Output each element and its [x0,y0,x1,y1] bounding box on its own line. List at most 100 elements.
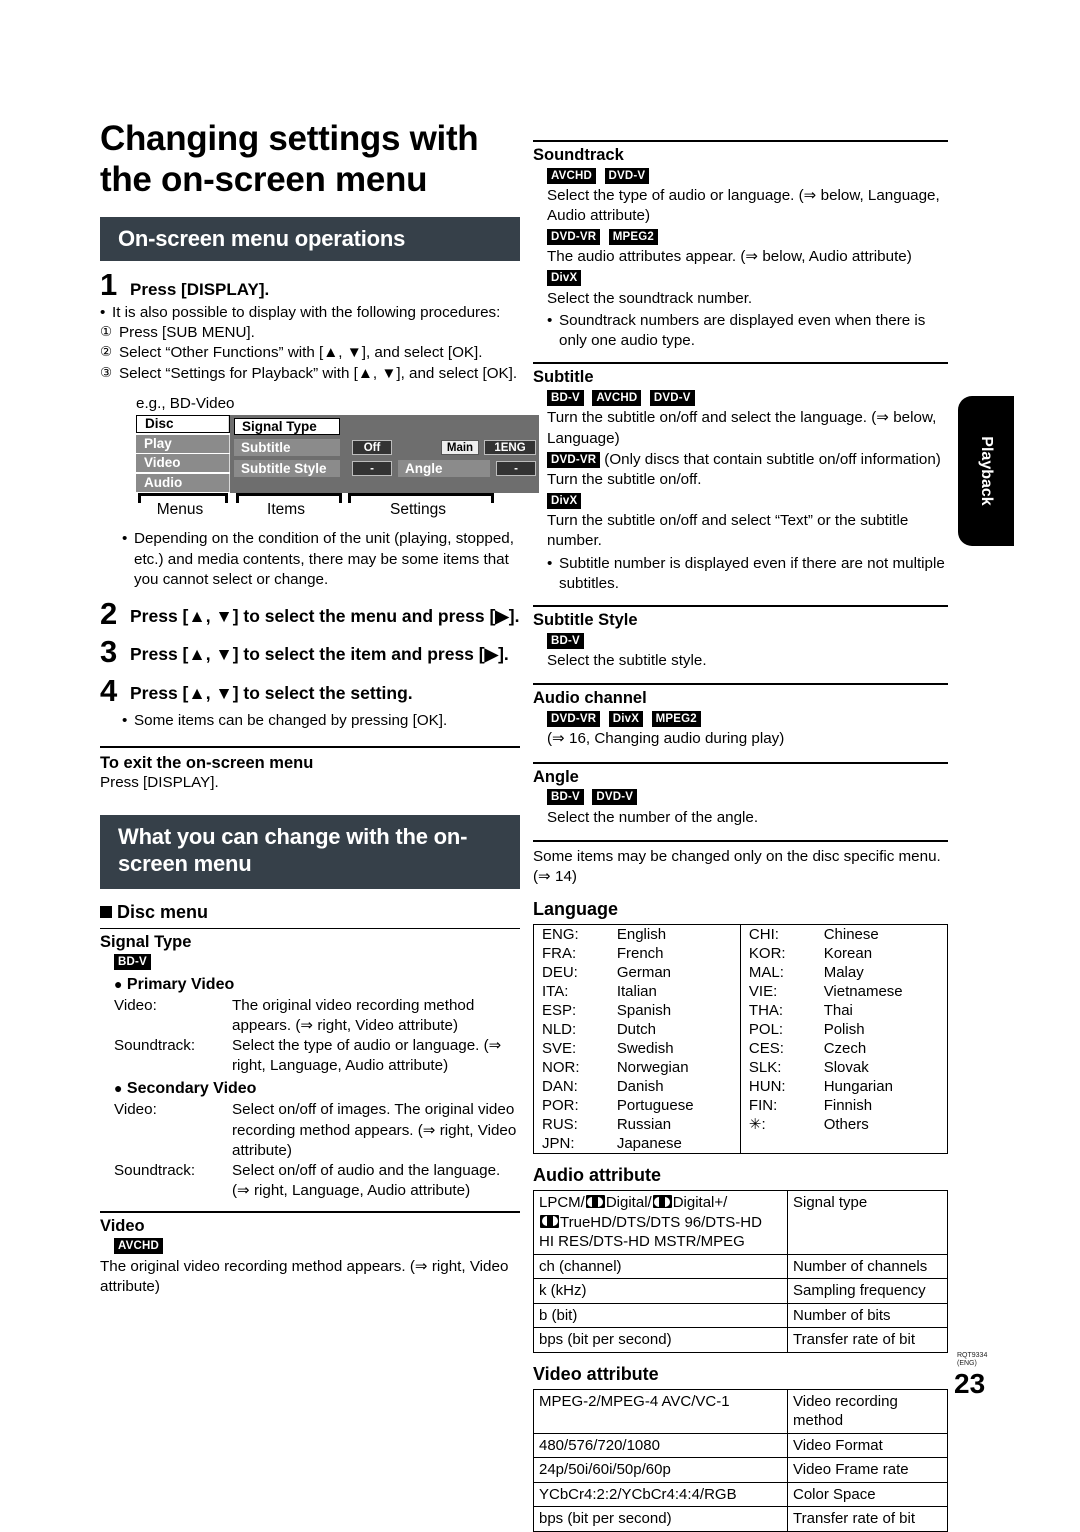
disc-menu-heading-label: Disc menu [117,901,209,922]
row-value: The original video recording method appe… [232,996,475,1034]
badge-mpeg2: MPEG2 [608,229,659,246]
lang-name: Hungarian [823,1077,893,1095]
language-table: ENG: English CHI: Chinese FRA: French KOR: Kor… [533,924,948,1155]
soundtrack-text-2: The audio attributes appear. (⇒ below, A… [547,248,912,266]
badge-divx: DivX [547,270,582,287]
badge-dvd-vr: DVD-VR [547,229,601,246]
step-1-number: 1 [100,267,118,303]
osd-menu-video[interactable]: Video [136,454,230,473]
substep-text: Select “Settings for Playback” with [▲, … [119,364,518,382]
lang-code: SVE: [542,1039,577,1057]
table-cell: Number of bits [787,1302,948,1329]
step-2-text: Press [▲, ▼] to select the menu and pres… [130,605,520,626]
osd-value-subtitle-off[interactable]: Off [352,440,392,456]
osd-menu-audio[interactable]: Audio [136,473,230,492]
table-row: DAN: Danish HUN: Hungarian [534,1077,948,1097]
osd-menu-disc[interactable]: Disc [136,415,230,434]
signal-type-heading: Signal Type [100,932,192,951]
audio-attribute-table: LPCM/Digital/Digital+/TrueHD/DTS/DTS 96/… [533,1190,948,1353]
audio-lpcm-prefix: LPCM/ [539,1194,585,1212]
step-1-text: Press [DISPLAY]. [130,280,270,300]
step-3: 3 Press [▲, ▼] to select the item and pr… [100,637,520,667]
lang-code: CES: [739,1039,824,1059]
lang-code: ITA: [542,982,569,1000]
lang-code: THA: [739,1001,824,1021]
primary-video-heading: ● Primary Video [114,976,520,994]
step-1-bullets: • It is also possible to display with the… [100,303,520,323]
left-column: Changing settings with the on-screen men… [100,118,539,1297]
table-row: ESP: Spanish THA: Thai [534,1001,948,1021]
table-cell: MPEG-2/MPEG-4 AVC/VC-1 [533,1388,788,1434]
lang-name: Swedish [616,1039,674,1057]
subtitle-inline-note: (Only discs that contain subtitle on/off… [604,450,941,468]
step-1-substeps: ① Press [SUB MENU]. ② Select “Other Functi… [100,323,520,385]
dolby-logo-icon [652,1195,672,1209]
osd-item-subtitle[interactable]: Subtitle [234,439,340,457]
osd-value-angle[interactable]: - [496,461,536,477]
list-item: • It is also possible to display with the… [100,303,520,323]
osd-item-subtitle-style[interactable]: Subtitle Style [234,460,340,478]
lang-code: NOR: [542,1058,580,1076]
audio-channel-badges: DVD-VR DivX MPEG2 [547,710,948,728]
audio-hires-line: HI RES/DTS-HD MSTR/MPEG [539,1233,745,1251]
lang-code: JPN: [542,1134,575,1152]
audio-signal-type-cell: LPCM/Digital/Digital+/TrueHD/DTS/DTS 96/… [533,1190,788,1255]
audio-channel-heading: Audio channel [533,689,647,708]
badge-avchd: AVCHD [114,1238,164,1255]
badge-dvd-v: DVD-V [604,167,650,184]
table-cell: Video Frame rate [787,1457,948,1483]
divider [533,605,948,608]
lang-name: Thai [823,1001,853,1019]
audio-truehd-line: TrueHD/DTS/DTS 96/DTS-HD [560,1213,762,1231]
lang-code: FRA: [542,944,577,962]
soundtrack-text-3: Select the soundtrack number. [547,289,753,307]
step-3-text: Press [▲, ▼] to select the item and pres… [130,644,509,665]
side-tab-playback: Playback [958,396,1014,546]
divider [533,761,948,764]
divider [533,839,948,842]
lang-name: Danish [616,1077,664,1095]
table-cell: k (kHz) [533,1278,788,1304]
secondary-video-heading: ● Secondary Video [114,1080,520,1098]
osd-item-signal-type[interactable]: Signal Type [234,418,340,436]
table-cell: bps (bit per second) [533,1327,788,1353]
bullet-dot: ● [114,975,123,992]
osd-value-subtitle-style[interactable]: - [352,461,392,477]
list-item: • Soundtrack numbers are displayed even w… [547,311,948,351]
osd-menu-column: Disc Play Video Audio [136,415,230,493]
disc-specific-menu-note: Some items may be changed only on the di… [533,847,941,885]
audio-attribute-heading: Audio attribute [533,1165,661,1186]
onscreen-menu-figure: Disc Play Video Audio Signal Type Subtit… [136,415,539,494]
table-row: YCbCr4:2:2/YCbCr4:4:4/RGB Color Space [533,1481,948,1508]
table-row: b (bit) Number of bits [533,1302,948,1329]
primary-video-row-video: Video: The original video recording meth… [114,996,520,1036]
angle-heading: Angle [533,767,579,786]
step-4: 4 Press [▲, ▼] to select the setting. [100,675,520,705]
signal-type-badges: BD-V [114,954,520,972]
square-bullet-icon [100,905,112,918]
subtitle-text-1: Turn the subtitle on/off and select the … [547,409,937,447]
soundtrack-bullet-text: Soundtrack numbers are displayed even wh… [559,311,926,350]
table-row: bps (bit per second) Transfer rate of bit [533,1506,948,1532]
divider [533,683,948,686]
figure-note: • Depending on the condition of the unit … [122,529,520,590]
step-2-number: 2 [100,595,118,631]
lang-code: VIE: [739,982,824,1002]
lang-name: Czech [823,1039,867,1057]
divider [100,927,520,929]
osd-menu-play[interactable]: Play [136,434,230,453]
badge-bd-v: BD-V [547,789,584,806]
section-bar-onscreen-operations: On-screen menu operations [100,216,520,262]
badge-bd-v: BD-V [547,632,584,649]
table-row: MPEG-2/MPEG-4 AVC/VC-1 Video recording me… [533,1388,948,1434]
dolby-logo-icon [540,1214,559,1228]
exit-heading: To exit the on-screen menu [100,753,314,772]
soundtrack-text-1: Select the type of audio or language. (⇒… [547,187,940,225]
table-cell: 24p/50i/60i/50p/60p [533,1457,788,1483]
osd-value-subtitle-main[interactable]: Main [441,440,479,456]
divider [100,745,520,748]
osd-item-angle[interactable]: Angle [398,460,490,478]
lang-name: Portuguese [616,1096,694,1114]
table-row: FRA: French KOR: Korean [534,944,948,964]
osd-value-subtitle-lang[interactable]: 1ENG [484,440,536,456]
